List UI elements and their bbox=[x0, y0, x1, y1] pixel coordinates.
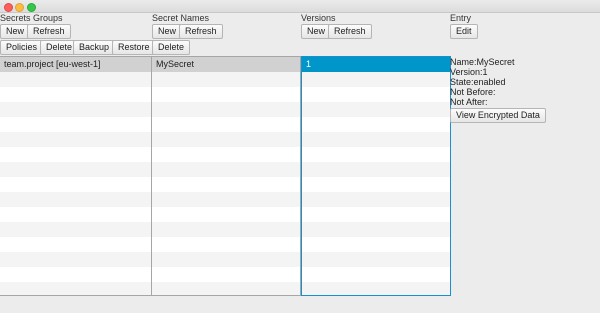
refresh-versions-button[interactable]: Refresh bbox=[328, 24, 372, 39]
view-encrypted-data-button[interactable]: View Encrypted Data bbox=[450, 108, 546, 123]
entry-name-text: Name:MySecret bbox=[450, 57, 515, 67]
refresh-secret-names-button[interactable]: Refresh bbox=[179, 24, 223, 39]
minimize-window-icon[interactable] bbox=[15, 3, 24, 12]
title-bar bbox=[0, 0, 600, 13]
new-version-button[interactable]: New bbox=[301, 24, 332, 39]
close-window-icon[interactable] bbox=[4, 3, 13, 12]
entry-heading: Entry bbox=[450, 13, 472, 23]
restore-button[interactable]: Restore bbox=[112, 40, 156, 55]
list-item[interactable]: team.project [eu-west-1] bbox=[0, 57, 151, 72]
secret-groups-list[interactable]: team.project [eu-west-1] bbox=[0, 56, 152, 296]
entry-not-after-text: Not After: bbox=[450, 97, 488, 107]
entry-state-text: State:enabled bbox=[450, 77, 506, 87]
maximize-window-icon[interactable] bbox=[27, 3, 36, 12]
delete-secret-name-button[interactable]: Delete bbox=[152, 40, 191, 55]
list-item[interactable]: MySecret bbox=[152, 57, 300, 72]
secret-groups-heading: Secrets Groups bbox=[0, 13, 63, 23]
entry-not-before-text: Not Before: bbox=[450, 87, 496, 97]
secret-names-list[interactable]: MySecret bbox=[151, 56, 301, 296]
versions-heading: Versions bbox=[301, 13, 336, 23]
edit-entry-button[interactable]: Edit bbox=[450, 24, 478, 39]
versions-list[interactable]: 1 bbox=[301, 56, 451, 296]
policies-button[interactable]: Policies bbox=[0, 40, 44, 55]
app-window: Secrets Groups Secret Names Versions Ent… bbox=[0, 0, 600, 313]
backup-button[interactable]: Backup bbox=[73, 40, 116, 55]
refresh-groups-button[interactable]: Refresh bbox=[27, 24, 71, 39]
new-group-button[interactable]: New bbox=[0, 24, 31, 39]
entry-version-text: Version:1 bbox=[450, 67, 488, 77]
new-secret-name-button[interactable]: New bbox=[152, 24, 183, 39]
list-item[interactable]: 1 bbox=[302, 57, 450, 72]
secret-names-heading: Secret Names bbox=[152, 13, 210, 23]
